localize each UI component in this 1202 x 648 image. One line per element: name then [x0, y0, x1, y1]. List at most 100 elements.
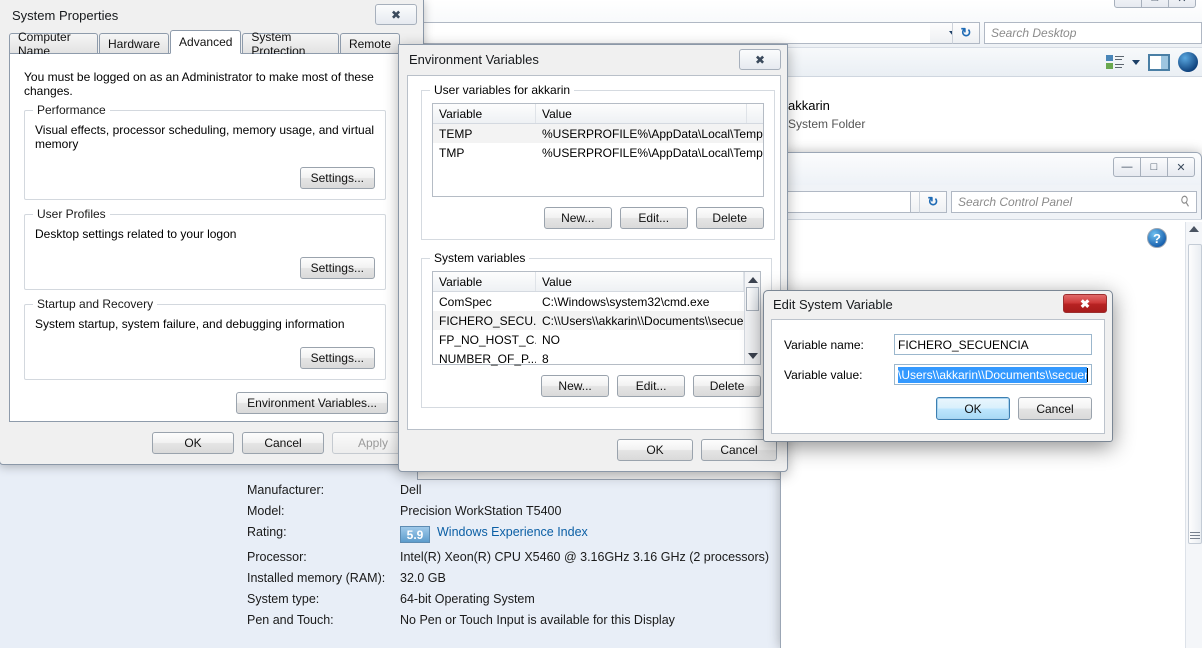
- scroll-up-arrow-icon[interactable]: [748, 277, 759, 283]
- change-view-icon[interactable]: [1106, 54, 1124, 70]
- explorer-refresh-button[interactable]: ↻: [952, 22, 980, 44]
- tab-hardware[interactable]: Hardware: [99, 33, 170, 53]
- explorer-window-controls[interactable]: – □ ✕: [1114, 0, 1196, 8]
- cp-minimize-button[interactable]: —: [1113, 157, 1141, 177]
- help-icon[interactable]: ?: [1147, 228, 1167, 248]
- tab-advanced[interactable]: Advanced: [170, 30, 242, 54]
- cell-value: %USERPROFILE%\AppData\Local\Temp: [542, 126, 763, 141]
- table-row[interactable]: FP_NO_HOST_C... NO: [433, 330, 760, 349]
- user-profiles-group-legend: User Profiles: [33, 207, 110, 221]
- cp-maximize-button[interactable]: □: [1140, 157, 1168, 177]
- system-properties-cancel-button[interactable]: Cancel: [242, 432, 324, 454]
- table-row[interactable]: ComSpec C:\Windows\system32\cmd.exe: [433, 292, 760, 311]
- help-orb-icon[interactable]: [1178, 52, 1198, 72]
- view-chevron-down-icon[interactable]: [1132, 59, 1140, 65]
- system-properties-ok-button[interactable]: OK: [152, 432, 234, 454]
- cp-refresh-button[interactable]: ↻: [919, 191, 947, 213]
- edit-cancel-button[interactable]: Cancel: [1018, 397, 1092, 420]
- tab-computer-name[interactable]: Computer Name: [9, 30, 99, 58]
- variable-value-selected-text: \Users\\akkarin\\Documents\\secuencia.tx…: [898, 366, 1088, 383]
- user-new-button[interactable]: New...: [543, 207, 612, 229]
- explorer-minimize-button[interactable]: –: [1114, 0, 1142, 8]
- system-properties-close-button[interactable]: ✖: [375, 4, 417, 25]
- tab-system-protection[interactable]: System Protection: [242, 30, 339, 58]
- environment-variables-close-button[interactable]: ✖: [739, 49, 781, 70]
- system-properties-footer: OK Cancel Apply: [9, 432, 414, 454]
- table-row[interactable]: FICHERO_SECU... C:\\Users\\akkarin\\Docum…: [433, 311, 761, 330]
- system-info-label: Installed memory (RAM):: [247, 571, 386, 585]
- user-variables-buttons: New... Edit... Delete: [432, 207, 764, 229]
- cell-variable: NUMBER_OF_P...: [439, 351, 536, 366]
- cell-value: C:\Windows\system32\cmd.exe: [542, 294, 710, 309]
- explorer-maximize-button[interactable]: □: [1141, 0, 1169, 8]
- system-col-value: Value: [536, 272, 745, 291]
- performance-description: Visual effects, processor scheduling, me…: [35, 123, 375, 151]
- environment-variables-ok-button[interactable]: OK: [617, 439, 693, 461]
- user-col-spacer: [747, 104, 763, 123]
- cell-variable: ComSpec: [439, 294, 492, 309]
- system-info-value: Intel(R) Xeon(R) CPU X5460 @ 3.16GHz 3.1…: [400, 550, 770, 564]
- environment-variables-button[interactable]: Environment Variables...: [236, 392, 388, 414]
- cell-value: C:\\Users\\akkarin\\Documents\\secuen...: [542, 313, 761, 328]
- cp-scrollbar[interactable]: [1185, 222, 1202, 648]
- edit-ok-button[interactable]: OK: [936, 397, 1010, 420]
- variable-name-input[interactable]: FICHERO_SECUENCIA: [894, 334, 1092, 355]
- performance-group: Performance Visual effects, processor sc…: [24, 103, 386, 200]
- advanced-tab-panel: You must be logged on as an Administrato…: [9, 54, 401, 422]
- system-info-value: Precision WorkStation T5400: [400, 504, 562, 518]
- system-properties-title: System Properties: [12, 8, 119, 23]
- table-row[interactable]: TMP %USERPROFILE%\AppData\Local\Temp: [433, 143, 763, 162]
- performance-settings-button[interactable]: Settings...: [299, 167, 375, 189]
- environment-variables-panel: User variables for akkarin Variable Valu…: [407, 75, 781, 430]
- user-delete-button[interactable]: Delete: [695, 207, 764, 229]
- scroll-down-arrow-icon[interactable]: [748, 353, 759, 359]
- explorer-address-bar[interactable]: [420, 22, 980, 44]
- system-variables-buttons: New... Edit... Delete: [432, 375, 762, 397]
- environment-variables-cancel-button[interactable]: Cancel: [701, 439, 777, 461]
- system-edit-button[interactable]: Edit...: [617, 375, 686, 397]
- explorer-close-button[interactable]: ✕: [1168, 0, 1196, 8]
- screen-root: – □ ✕ ↻ Search Desktop akkarin System Fo: [0, 0, 1202, 648]
- scroll-up-arrow-icon[interactable]: [1189, 226, 1199, 232]
- explorer-search-placeholder: Search Desktop: [991, 26, 1077, 40]
- control-panel-titlebar: — □ ✕: [781, 153, 1201, 185]
- user-variables-list[interactable]: Variable Value TEMP %USERPROFILE%\AppData…: [432, 103, 764, 197]
- system-new-button[interactable]: New...: [541, 375, 610, 397]
- system-info-value: 64-bit Operating System: [400, 592, 535, 606]
- tab-remote[interactable]: Remote: [339, 33, 400, 53]
- control-panel-window-controls[interactable]: — □ ✕: [1113, 157, 1195, 177]
- cp-scroll-thumb[interactable]: [1188, 244, 1202, 544]
- system-variables-list[interactable]: Variable Value ComSpec C:\Windows\system3…: [432, 271, 762, 368]
- preview-pane-icon[interactable]: [1148, 53, 1170, 71]
- startup-recovery-group: Startup and Recovery System startup, sys…: [24, 297, 386, 380]
- search-icon: ⚲: [1176, 192, 1194, 211]
- cell-variable: TMP: [439, 145, 465, 160]
- table-row[interactable]: TEMP %USERPROFILE%\AppData\Local\Temp: [433, 124, 763, 143]
- table-row[interactable]: NUMBER_OF_P... 8: [433, 349, 760, 368]
- system-info-row: System type: 64-bit Operating System: [247, 592, 807, 606]
- explorer-toolbar-icons[interactable]: [1106, 52, 1198, 72]
- edit-system-variable-buttons: OK Cancel: [784, 397, 1092, 420]
- user-col-variable: Variable: [433, 104, 536, 123]
- system-delete-button[interactable]: Delete: [693, 375, 762, 397]
- system-info-row: Pen and Touch: No Pen or Touch Input is a…: [247, 613, 807, 627]
- user-profiles-settings-button[interactable]: Settings...: [299, 257, 375, 279]
- variable-value-input[interactable]: \Users\\akkarin\\Documents\\secuencia.tx…: [894, 364, 1092, 385]
- system-variables-legend: System variables: [430, 251, 530, 265]
- startup-recovery-settings-button[interactable]: Settings...: [299, 347, 375, 369]
- system-variables-scrollbar[interactable]: [744, 272, 761, 364]
- user-variables-header: Variable Value: [433, 104, 763, 124]
- system-info-value[interactable]: 5.9 Windows Experience Index: [400, 525, 588, 543]
- cp-search-input[interactable]: Search Control Panel ⚲: [951, 191, 1197, 213]
- user-variables-group: User variables for akkarin Variable Valu…: [421, 83, 775, 240]
- system-scroll-thumb[interactable]: [746, 287, 760, 311]
- environment-variables-dialog: Environment Variables ✖ User variables f…: [398, 44, 788, 472]
- system-info-row: Model: Precision WorkStation T5400: [247, 504, 807, 518]
- cp-close-button[interactable]: ✕: [1167, 157, 1195, 177]
- windows-experience-index-link[interactable]: Windows Experience Index: [437, 525, 588, 539]
- system-properties-tabstrip[interactable]: Computer Name Hardware Advanced System Prot…: [9, 30, 401, 58]
- user-edit-button[interactable]: Edit...: [619, 207, 688, 229]
- cp-address-bar[interactable]: [781, 191, 911, 213]
- explorer-search-input[interactable]: Search Desktop: [984, 22, 1202, 44]
- edit-system-variable-close-button[interactable]: ✖: [1063, 294, 1107, 313]
